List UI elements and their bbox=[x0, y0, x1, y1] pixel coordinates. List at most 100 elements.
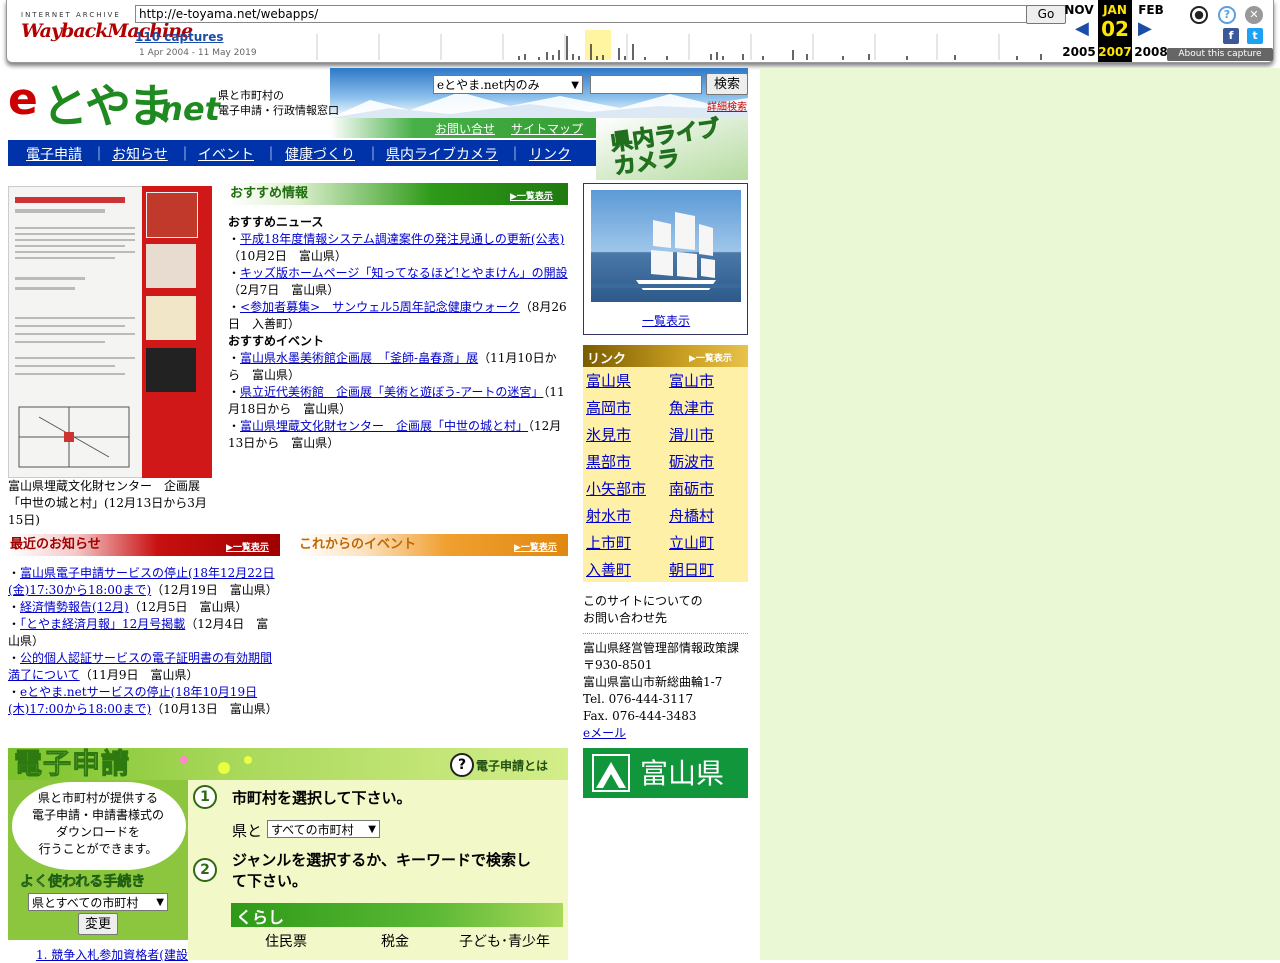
recommend-news-title: おすすめニュース bbox=[228, 215, 324, 229]
next-year[interactable]: 2008 bbox=[1134, 45, 1168, 59]
site-logo-net[interactable]: .net bbox=[148, 90, 220, 128]
next-arrow-icon[interactable]: ▶ bbox=[1138, 18, 1152, 39]
advanced-search-link[interactable]: 詳細検索 bbox=[707, 98, 747, 113]
capture-sparkline[interactable] bbox=[307, 30, 1059, 60]
news-link[interactable]: 平成18年度情報システム調達案件の発注見通しの更新(公表) bbox=[240, 232, 564, 246]
notice-link[interactable]: 経済情勢報告(12月) bbox=[20, 600, 129, 614]
poster-chair-image bbox=[146, 348, 196, 392]
list-item: ・eとやま.netサービスの停止(18年10月19日(木)17:00から18:0… bbox=[8, 685, 278, 716]
help-icon[interactable]: ? bbox=[1218, 6, 1236, 24]
decor-dot bbox=[180, 756, 188, 764]
link-toyama-city[interactable]: 富山市 bbox=[669, 370, 714, 391]
livecam-image[interactable] bbox=[591, 190, 741, 302]
link-kurobe[interactable]: 黒部市 bbox=[586, 451, 631, 472]
links-list-all[interactable]: ▶一覧表示 bbox=[689, 351, 732, 364]
list-item: ・富山県電子申請サービスの停止(18年12月22日(金)17:30から18:00… bbox=[8, 566, 278, 597]
contact-dept: 富山県経営管理部情報政策課 bbox=[583, 641, 740, 655]
prev-month[interactable]: NOV bbox=[1062, 3, 1096, 17]
link-imizu[interactable]: 射水市 bbox=[586, 505, 631, 526]
chevron-down-icon: ▼ bbox=[156, 897, 164, 908]
capture-date-range: 1 Apr 2004 - 11 May 2019 bbox=[139, 48, 257, 58]
wayback-url-input[interactable]: http://e-toyama.net/webapps/ bbox=[135, 5, 1027, 23]
sitemap-link[interactable]: サイトマップ bbox=[511, 120, 583, 137]
news-link[interactable]: <参加者募集> サンウェル5周年記念健康ウォーク bbox=[240, 300, 520, 314]
step-2-icon: 2 bbox=[193, 858, 217, 882]
wayback-logo[interactable]: WaybackMachine bbox=[21, 20, 193, 46]
link-takaoka[interactable]: 高岡市 bbox=[586, 397, 631, 418]
eapp-what-link[interactable]: 電子申請とは bbox=[476, 757, 548, 774]
link-himi[interactable]: 氷見市 bbox=[586, 424, 631, 445]
internet-archive-label: INTERNET ARCHIVE bbox=[21, 11, 121, 19]
notices-list-all[interactable]: ▶一覧表示 bbox=[226, 540, 269, 553]
eapp-title: 電子申請 bbox=[13, 747, 131, 781]
step-1-icon: 1 bbox=[193, 785, 217, 809]
search-button[interactable]: 検索 bbox=[706, 73, 748, 95]
change-button[interactable]: 変更 bbox=[78, 913, 118, 935]
about-site-heading: このサイトについての お問い合わせ先 bbox=[583, 593, 703, 627]
contact-link[interactable]: お問い合せ bbox=[435, 120, 495, 137]
genre-jumin[interactable]: 住民票 bbox=[265, 931, 307, 951]
link-tateyama[interactable]: 立山町 bbox=[669, 532, 714, 553]
wayback-go-button[interactable]: Go bbox=[1026, 5, 1066, 24]
notice-link[interactable]: 「とやま経済月報」12月号掲載 bbox=[20, 617, 185, 631]
nav-health[interactable]: 健康づくり bbox=[285, 144, 355, 164]
link-nanto[interactable]: 南砺市 bbox=[669, 478, 714, 499]
event-link[interactable]: 富山県埋蔵文化財センター 企画展「中世の城と村」 bbox=[240, 419, 528, 433]
user-icon[interactable]: ● bbox=[1190, 6, 1208, 24]
poster-text-illustration bbox=[15, 197, 135, 468]
contact-email-link[interactable]: eメール bbox=[583, 726, 626, 740]
link-oyabe[interactable]: 小矢部市 bbox=[586, 478, 646, 499]
step-2-line: ジャンルを選択するか、キーワードで検索し bbox=[232, 851, 531, 869]
search-scope-select[interactable]: eとやま.net内のみ ▼ bbox=[433, 75, 583, 94]
nav-events[interactable]: イベント bbox=[198, 144, 254, 164]
frequent-scope-value: 県とすべての市町村 bbox=[32, 896, 139, 910]
link-toyama-pref[interactable]: 富山県 bbox=[586, 370, 631, 391]
nav-notices[interactable]: お知らせ bbox=[112, 144, 168, 164]
link-namerikawa[interactable]: 滑川市 bbox=[669, 424, 714, 445]
link-kamiichi[interactable]: 上市町 bbox=[586, 532, 631, 553]
category-kurashi-title: くらし bbox=[236, 908, 285, 927]
list-item: ・経済情勢報告(12月)（12月5日 富山県） bbox=[8, 600, 248, 614]
eapp-desc-line: ダウンロードを bbox=[55, 825, 140, 839]
nav-livecam[interactable]: 県内ライブカメラ bbox=[386, 144, 498, 164]
about-line-1: このサイトについての bbox=[583, 594, 703, 608]
frequent-scope-select[interactable]: 県とすべての市町村 ▼ bbox=[28, 893, 168, 911]
genre-youth[interactable]: 子ども･青少年 bbox=[459, 931, 550, 951]
site-logo-e[interactable]: e bbox=[8, 74, 38, 125]
nav-eapp[interactable]: 電子申請 bbox=[26, 144, 82, 164]
help-icon[interactable]: ? bbox=[450, 753, 474, 777]
municipality-select[interactable]: すべての市町村 ▼ bbox=[267, 820, 380, 838]
genre-tax[interactable]: 税金 bbox=[381, 931, 409, 951]
current-year: 2007 bbox=[1098, 45, 1132, 59]
next-month[interactable]: FEB bbox=[1134, 3, 1168, 17]
event-link[interactable]: 県立近代美術館 企画展「美術と遊ぼう-アートの迷宮」 bbox=[240, 385, 543, 399]
recommend-list-all[interactable]: ▶一覧表示 bbox=[510, 189, 553, 202]
link-nyuzen[interactable]: 入善町 bbox=[586, 559, 631, 580]
frequent-procedures-title: よく使われる手続き bbox=[20, 874, 146, 891]
event-link[interactable]: 富山県水墨美術館企画展 「釜師-畠春斎」展 bbox=[240, 351, 478, 365]
close-icon[interactable]: ✕ bbox=[1245, 6, 1263, 24]
poster-chair-image bbox=[146, 192, 198, 238]
contact-address: 富山県富山市新総曲輪1-7 bbox=[583, 675, 723, 689]
captures-link[interactable]: 110 captures bbox=[135, 30, 224, 44]
news-link[interactable]: キッズ版ホームページ「知ってなるほど!とやまけん」の開設 bbox=[240, 266, 568, 280]
twitter-icon[interactable]: t bbox=[1247, 28, 1263, 44]
link-asahi[interactable]: 朝日町 bbox=[669, 559, 714, 580]
events-list-all[interactable]: ▶一覧表示 bbox=[514, 540, 557, 553]
chevron-down-icon: ▼ bbox=[571, 80, 579, 91]
frequent-item-link[interactable]: 1. 競争入札参加資格者(建設 bbox=[36, 946, 188, 963]
nav-links[interactable]: リンク bbox=[529, 144, 571, 164]
about-capture-button[interactable]: About this capture bbox=[1167, 48, 1273, 61]
facebook-icon[interactable]: f bbox=[1223, 28, 1239, 44]
prev-year[interactable]: 2005 bbox=[1062, 45, 1096, 59]
link-tonami[interactable]: 砺波市 bbox=[669, 451, 714, 472]
list-item: ・キッズ版ホームページ「知ってなるほど!とやまけん」の開設（2月7日 富山県） bbox=[228, 266, 568, 297]
link-uozu[interactable]: 魚津市 bbox=[669, 397, 714, 418]
eapp-desc-line: 県と市町村が提供する bbox=[37, 791, 158, 805]
list-item: ・富山県埋蔵文化財センター 企画展「中世の城と村」（12月13日から 富山県） bbox=[228, 419, 562, 450]
prev-arrow-icon[interactable]: ◀ bbox=[1075, 18, 1089, 39]
livecam-list-all[interactable]: 一覧表示 bbox=[642, 312, 690, 329]
link-funahashi[interactable]: 舟橋村 bbox=[669, 505, 714, 526]
search-input[interactable] bbox=[590, 75, 702, 94]
nav-separator: ｜ bbox=[264, 147, 278, 163]
